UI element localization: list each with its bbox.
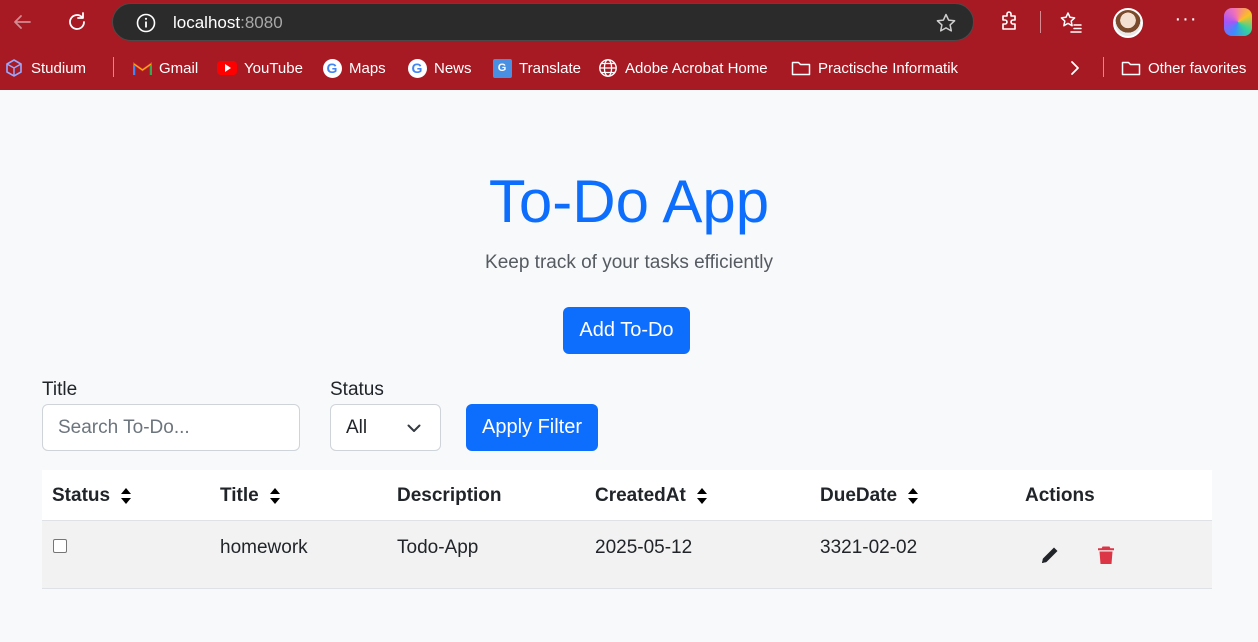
status-filter-label: Status [330,379,384,400]
bookmark-youtube[interactable]: YouTube [217,58,303,78]
column-header-description: Description [397,485,502,507]
bookmark-label: Other favorites [1148,59,1247,77]
todo-title: homework [220,537,308,558]
bookmarks-bar: Studium Gmail YouTube G Maps G News G Tr… [0,50,1258,84]
bookmark-label: Translate [519,59,581,77]
bookmark-label: Gmail [159,59,199,77]
bookmark-label: Practische Informatik [818,59,959,77]
status-select[interactable]: All [330,404,441,451]
apply-filter-button[interactable]: Apply Filter [466,404,598,451]
column-label: Title [220,485,259,506]
page-content: To-Do App Keep track of your tasks effic… [0,90,1258,642]
back-arrow-icon [14,15,31,29]
column-header-title[interactable]: Title [220,485,281,507]
page-subtitle: Keep track of your tasks efficiently [485,252,773,273]
reload-button[interactable] [62,7,92,37]
bookmark-studium[interactable]: Studium [4,58,86,78]
youtube-icon [217,61,237,75]
google-icon: G [322,58,342,78]
favorites-list-icon [1060,12,1082,33]
favorites-button[interactable] [1057,8,1085,36]
bookmark-divider [1103,57,1104,77]
bookmark-other-favorites[interactable]: Other favorites [1121,58,1246,78]
puzzle-icon [1002,11,1016,30]
sort-icon [269,488,280,504]
todo-due-date: 3321-02-02 [820,537,918,558]
column-header-status[interactable]: Status [52,485,132,507]
url-host: localhost [173,13,241,32]
column-label: Status [52,485,111,506]
table-header: Status Title Description CreatedAt DueDa… [42,470,1212,521]
status-select-value: All [346,417,368,438]
reload-icon [69,12,85,30]
bookmark-gmail[interactable]: Gmail [132,58,198,78]
bookmark-news[interactable]: G News [407,58,472,78]
extensions-button[interactable] [996,8,1024,36]
translate-icon: G [492,58,512,78]
profile-avatar[interactable] [1113,8,1143,38]
url-port: :8080 [240,13,283,32]
bookmark-translate[interactable]: G Translate [492,58,581,78]
bookmark-adobe-acrobat[interactable]: Adobe Acrobat Home [598,58,768,78]
bookmark-label: Maps [349,59,386,77]
chevron-right-icon [1071,61,1079,75]
edit-pencil-icon[interactable] [1039,544,1061,566]
address-bar[interactable]: localhost:8080 [112,3,974,41]
title-filter-label: Title [42,379,78,400]
google-icon: G [407,58,427,78]
browser-chrome: localhost:8080 ··· Studium Gmail YouTube… [0,0,1258,90]
page-title: To-Do App [488,168,770,235]
delete-trash-icon[interactable] [1095,544,1117,566]
column-label: Actions [1025,485,1095,506]
todo-created-at: 2025-05-12 [595,537,693,558]
url-text[interactable]: localhost:8080 [173,13,283,33]
back-button[interactable] [7,7,37,37]
more-menu-icon[interactable]: ··· [1172,8,1200,36]
column-label: CreatedAt [595,485,686,506]
sort-icon [696,488,707,504]
favorite-star-icon[interactable] [935,12,957,34]
bookmark-practische-informatik[interactable]: Practische Informatik [791,58,958,78]
browser-toolbar: localhost:8080 ··· [0,0,1258,44]
bookmark-label: YouTube [244,59,303,77]
bookmark-label: Studium [31,59,87,77]
column-label: DueDate [820,485,898,506]
title-search-input[interactable] [42,404,300,451]
globe-icon [599,59,617,77]
sort-icon [121,488,132,504]
status-checkbox[interactable] [53,539,67,553]
folder-icon [791,61,811,76]
toolbar-divider [1040,11,1041,33]
column-header-actions: Actions [1025,485,1095,507]
studium-icon [6,59,22,77]
bookmarks-overflow-button[interactable] [1066,58,1084,78]
column-header-duedate[interactable]: DueDate [820,485,919,507]
todo-description: Todo-App [397,537,479,558]
bookmark-divider [113,57,114,77]
chevron-down-icon [407,424,421,432]
add-todo-button[interactable]: Add To-Do [563,307,690,354]
folder-icon [1121,61,1141,76]
site-info-icon[interactable] [135,12,157,34]
column-header-createdat[interactable]: CreatedAt [595,485,708,507]
copilot-icon[interactable] [1224,8,1252,36]
sort-icon [908,488,919,504]
table-row: homework Todo-App 2025-05-12 3321-02-02 [42,521,1212,589]
gmail-icon [132,61,152,75]
bookmark-label: Adobe Acrobat Home [625,59,768,77]
column-label: Description [397,485,502,506]
bookmark-label: News [434,59,472,77]
bookmark-maps[interactable]: G Maps [322,58,386,78]
